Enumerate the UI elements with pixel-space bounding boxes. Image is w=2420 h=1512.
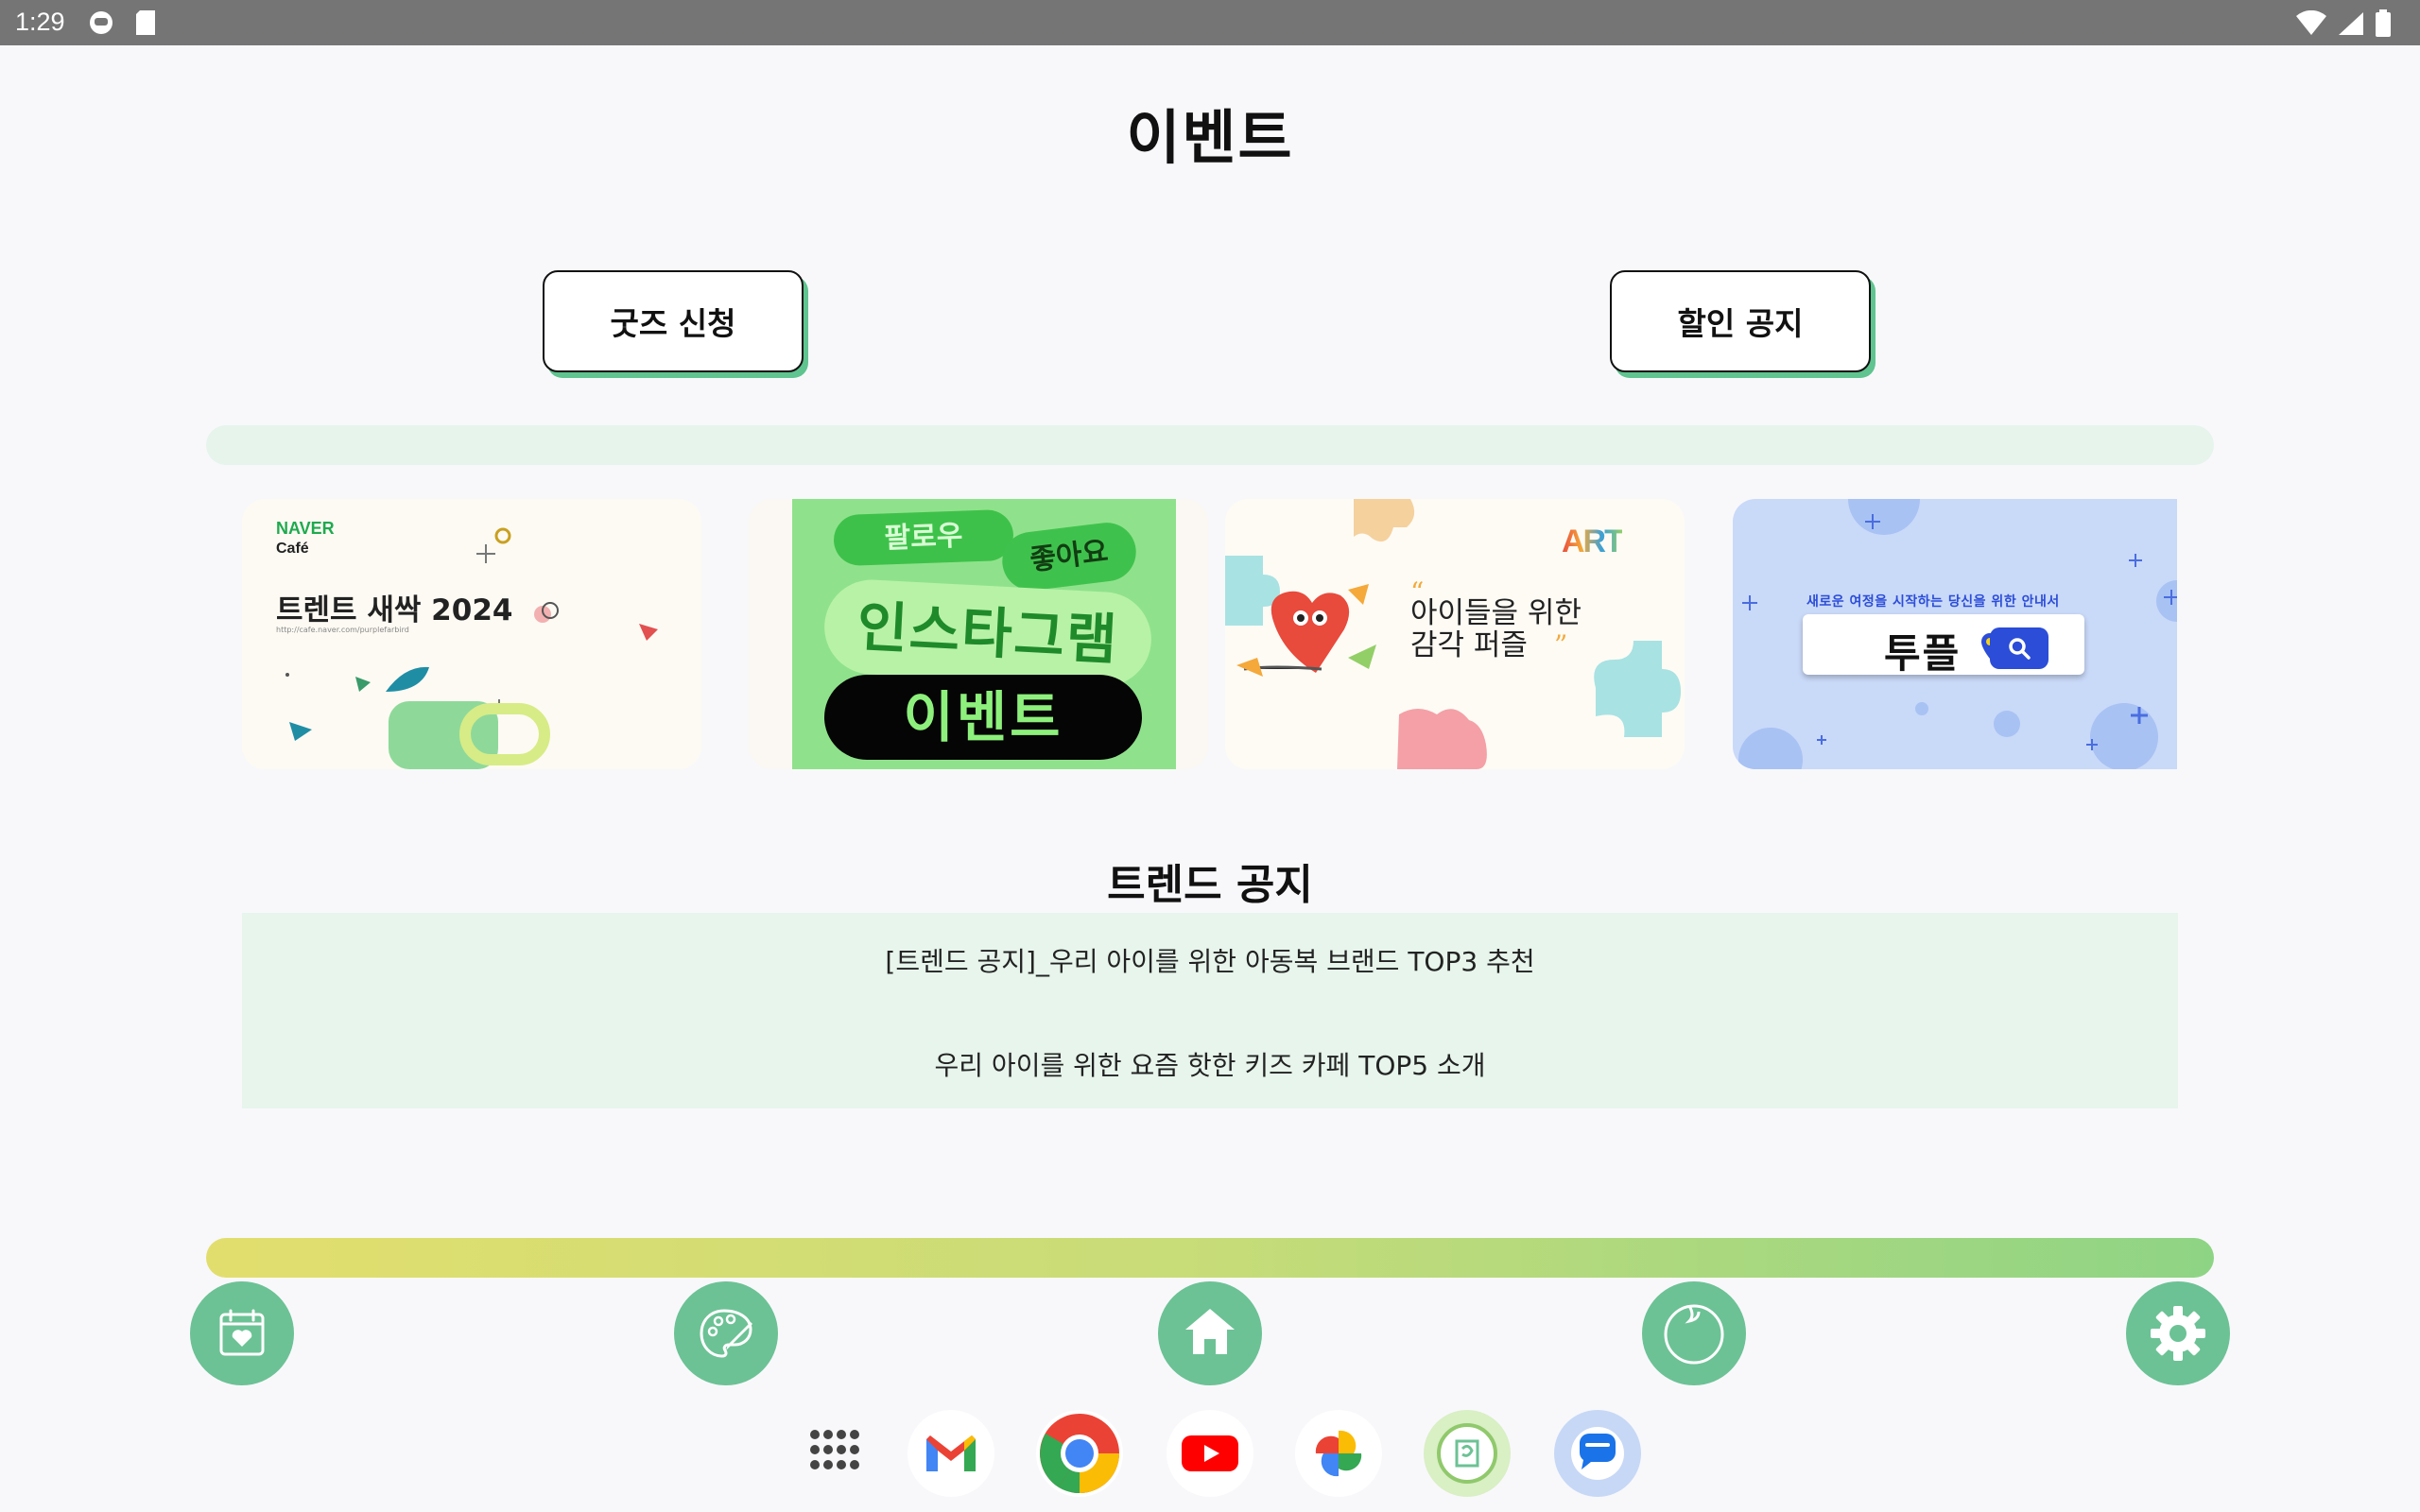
- app-dock: [0, 1410, 2420, 1501]
- sale-notice-button[interactable]: 할인 공지: [1610, 270, 1871, 372]
- baby-face-icon: [1664, 1304, 1724, 1365]
- instagram-event-banner: 팔로우 좋아요 인스타그램 이벤트: [792, 499, 1176, 769]
- chrome-icon: [1040, 1414, 1119, 1493]
- nav-settings-button[interactable]: [2126, 1281, 2230, 1385]
- app-drawer-button[interactable]: [790, 1410, 877, 1497]
- home-icon: [1185, 1309, 1235, 1354]
- instagram-pill: 인스타그램: [821, 577, 1154, 689]
- notice-item[interactable]: [트렌드 공지]_우리 아이를 위한 아동복 브랜드 TOP3 추천: [242, 941, 2178, 979]
- calendar-heart-icon: [219, 1309, 265, 1356]
- tuple-tagline: 새로운 여정을 시작하는 당신을 위한 안내서: [1806, 594, 2060, 610]
- decorative-shapes-icon: [285, 527, 658, 769]
- youtube-icon: [1182, 1435, 1238, 1471]
- photos-app[interactable]: [1295, 1410, 1382, 1497]
- battery-icon: [2375, 9, 2392, 42]
- like-pill: 좋아요: [998, 519, 1140, 594]
- page-title: 이벤트: [1126, 103, 1294, 172]
- youtube-app[interactable]: [1167, 1410, 1253, 1497]
- custom-app[interactable]: [1424, 1410, 1511, 1497]
- event-card-tuple[interactable]: 새로운 여정을 시작하는 당신을 위한 안내서 투플: [1733, 499, 2177, 769]
- app-grid-icon: [810, 1430, 859, 1469]
- wifi-icon: [2295, 9, 2327, 41]
- event-pill: 이벤트: [824, 675, 1142, 760]
- trend-notice-title: 트렌드 공지: [1107, 861, 1313, 909]
- messages-icon: [1571, 1427, 1624, 1480]
- event-card-instagram[interactable]: 팔로우 좋아요 인스타그램 이벤트: [749, 499, 1208, 769]
- messages-app[interactable]: [1554, 1410, 1641, 1497]
- nav-child-profile-button[interactable]: [1642, 1281, 1746, 1385]
- photos-pinwheel-icon: [1315, 1430, 1362, 1477]
- custom-app-icon: [1437, 1423, 1497, 1484]
- trend-notice-list: [트렌드 공지]_우리 아이를 위한 아동복 브랜드 TOP3 추천 우리 아이…: [242, 913, 2178, 1108]
- settings-gear-icon: [2151, 1306, 2205, 1361]
- gmail-icon: [926, 1435, 976, 1471]
- nav-art-button[interactable]: [674, 1281, 778, 1385]
- search-icon: [1990, 627, 2048, 669]
- top-divider-band: [206, 425, 2214, 465]
- sd-card-icon: [134, 9, 157, 41]
- status-bar: 1:29: [0, 0, 2420, 45]
- puzzle-card-text: 아이들을 위한 감각 퍼즐: [1410, 596, 1582, 662]
- status-time: 1:29: [15, 8, 65, 36]
- nav-calendar-button[interactable]: [190, 1281, 294, 1385]
- follow-pill: 팔로우: [833, 508, 1014, 567]
- art-logo: ART: [1562, 524, 1624, 559]
- notice-item[interactable]: 우리 아이를 위한 요즘 핫한 키즈 카페 TOP5 소개: [242, 1045, 2178, 1083]
- tuple-name: 투플: [1884, 630, 1962, 677]
- palette-icon: [700, 1309, 752, 1358]
- event-card-naver-cafe[interactable]: NAVER Café 트렌트 새싹 2024 http://cafe.naver…: [242, 499, 701, 769]
- bottom-gradient-band: [206, 1238, 2214, 1278]
- nav-home-button[interactable]: [1158, 1281, 1262, 1385]
- gmail-app[interactable]: [908, 1410, 994, 1497]
- chrome-app[interactable]: [1036, 1410, 1123, 1497]
- goods-request-button[interactable]: 굿즈 신청: [543, 270, 804, 372]
- event-card-sensory-puzzle[interactable]: “ ” ART 아이들을 위한 감각 퍼즐: [1225, 499, 1685, 769]
- signal-icon: [2337, 10, 2365, 41]
- notification-icon: [87, 9, 115, 41]
